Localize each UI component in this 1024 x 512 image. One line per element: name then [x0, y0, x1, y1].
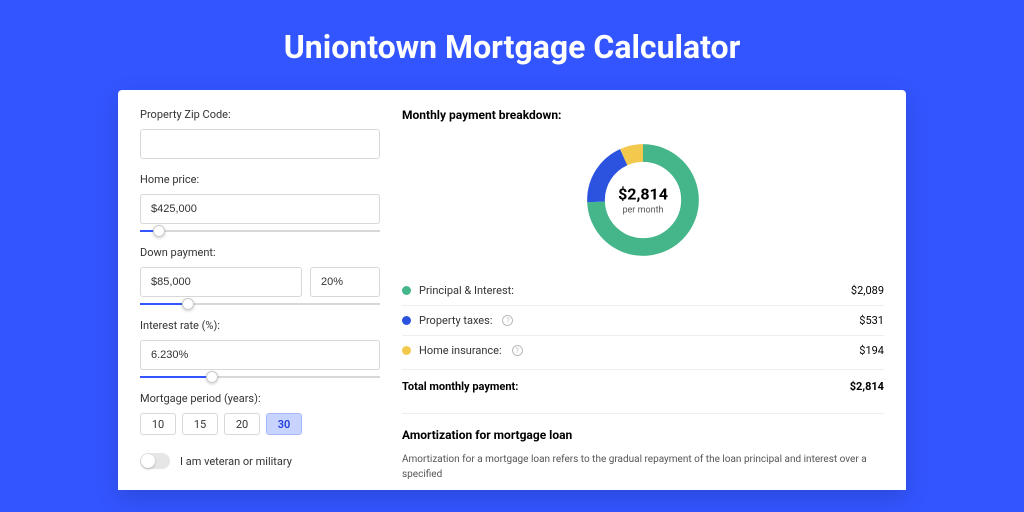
- total-row: Total monthly payment: $2,814: [402, 369, 884, 407]
- zip-input[interactable]: [140, 129, 380, 159]
- calculator-card: Property Zip Code: Home price: Down paym…: [118, 90, 906, 490]
- price-slider[interactable]: [140, 230, 380, 232]
- legend-row: Principal & Interest: $2,089: [402, 276, 884, 305]
- rate-slider-thumb[interactable]: [206, 371, 218, 383]
- down-payment-group: Down payment:: [140, 246, 380, 305]
- down-label: Down payment:: [140, 246, 380, 259]
- price-slider-thumb[interactable]: [153, 225, 165, 237]
- legend-label: Home insurance:: [419, 344, 502, 357]
- rate-slider[interactable]: [140, 376, 380, 378]
- total-label: Total monthly payment:: [402, 380, 518, 393]
- legend-dot: [402, 316, 411, 325]
- period-option-15[interactable]: 15: [182, 413, 218, 435]
- period-option-10[interactable]: 10: [140, 413, 176, 435]
- legend-amount: $2,089: [851, 284, 884, 297]
- zip-group: Property Zip Code:: [140, 108, 380, 159]
- rate-label: Interest rate (%):: [140, 319, 380, 332]
- period-group: Mortgage period (years): 10 15 20 30: [140, 392, 380, 435]
- zip-label: Property Zip Code:: [140, 108, 380, 121]
- rate-input[interactable]: [140, 340, 380, 370]
- legend-amount: $531: [859, 314, 884, 327]
- legend-amount: $194: [859, 344, 884, 357]
- veteran-label: I am veteran or military: [180, 455, 292, 468]
- legend-row: Property taxes:? $531: [402, 306, 884, 335]
- rate-group: Interest rate (%):: [140, 319, 380, 378]
- amortization-title: Amortization for mortgage loan: [402, 428, 884, 442]
- price-group: Home price:: [140, 173, 380, 232]
- price-label: Home price:: [140, 173, 380, 186]
- legend-label: Principal & Interest:: [419, 284, 514, 297]
- legend-dot: [402, 346, 411, 355]
- veteran-toggle[interactable]: [140, 453, 170, 469]
- legend-dot: [402, 286, 411, 295]
- donut-sub: per month: [618, 206, 668, 216]
- form-panel: Property Zip Code: Home price: Down paym…: [140, 108, 380, 482]
- veteran-toggle-row: I am veteran or military: [140, 453, 380, 469]
- breakdown-panel: Monthly payment breakdown: $2,814 per mo…: [402, 108, 884, 482]
- down-percent-input[interactable]: [310, 267, 380, 297]
- total-amount: $2,814: [850, 380, 884, 393]
- toggle-knob: [141, 454, 155, 468]
- donut-value: $2,814: [618, 185, 668, 204]
- page-title: Uniontown Mortgage Calculator: [0, 0, 1024, 90]
- amortization-section: Amortization for mortgage loan Amortizat…: [402, 413, 884, 482]
- down-slider-thumb[interactable]: [182, 298, 194, 310]
- period-label: Mortgage period (years):: [140, 392, 380, 405]
- price-input[interactable]: [140, 194, 380, 224]
- legend-row: Home insurance:? $194: [402, 336, 884, 365]
- donut-chart: $2,814 per month: [581, 138, 705, 262]
- period-option-30[interactable]: 30: [266, 413, 302, 435]
- info-icon[interactable]: ?: [502, 315, 513, 326]
- info-icon[interactable]: ?: [512, 345, 523, 356]
- period-option-20[interactable]: 20: [224, 413, 260, 435]
- amortization-text: Amortization for a mortgage loan refers …: [402, 452, 884, 482]
- down-slider[interactable]: [140, 303, 380, 305]
- breakdown-title: Monthly payment breakdown:: [402, 108, 884, 122]
- donut-center: $2,814 per month: [618, 185, 668, 216]
- down-amount-input[interactable]: [140, 267, 302, 297]
- legend-label: Property taxes:: [419, 314, 492, 327]
- donut-chart-wrap: $2,814 per month: [402, 138, 884, 262]
